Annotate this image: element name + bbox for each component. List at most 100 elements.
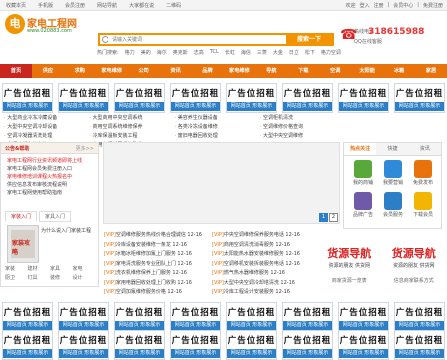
news-item[interactable]: [VIP]空调维修服务热线价格合理诚信 12-16 — [104, 231, 207, 238]
link-item[interactable]: 大型商用中央空调系统 — [89, 114, 170, 121]
ad-slot[interactable]: 广告位招租 网站首页 形象展示 — [226, 302, 277, 332]
ad-slot[interactable]: 广告位招租 网站首页 形象展示 — [394, 83, 445, 113]
nav-item[interactable]: 导航 — [255, 64, 287, 78]
news-item[interactable]: [VIP]冷库设备安装维修一条龙 12-16 — [104, 241, 207, 248]
notice-item[interactable]: 家电维修培训课程火热报名中 — [7, 173, 95, 181]
hot-card-tab[interactable]: 资讯 — [409, 143, 441, 155]
link-item[interactable]: 大型商业冷冻冷藏设备 — [4, 114, 85, 121]
ad-slot[interactable]: 广告位招租 网站首页 形象展示 — [338, 83, 389, 113]
news-item[interactable]: [VIP]中央空调维修保养服务电话 12-16 — [212, 231, 315, 238]
top-right-link[interactable]: 登入 — [360, 2, 370, 9]
news-item[interactable]: [VIP]空调移机安装拆装服务电话 12-16 — [212, 260, 315, 267]
ad-slot[interactable]: 广告位招租 网站首页 形象展示 — [226, 83, 277, 113]
ad-slot[interactable]: 广告位招租 网站首页 形象展示 — [170, 330, 221, 360]
hot-word-link[interactable]: 奥克斯 — [173, 49, 188, 56]
book-cover[interactable]: 家装攻略 — [7, 225, 39, 263]
ad-slot[interactable]: 广告位招租 网站首页 形象展示 — [114, 83, 165, 113]
top-right-link[interactable]: 欢迎 — [346, 2, 356, 9]
pager-dot[interactable]: 1 — [319, 213, 328, 222]
top-link[interactable]: 收藏本页 — [6, 2, 26, 9]
ad-slot[interactable]: 广告位招租 网站首页 形象展示 — [338, 330, 389, 360]
ad-slot[interactable]: 广告位招租 网站首页 形象展示 — [58, 83, 109, 113]
ad-slot[interactable]: 广告位招租 网站首页 形象展示 — [170, 83, 221, 113]
ad-slot[interactable]: 广告位招租 网站首页 形象展示 — [114, 302, 165, 332]
link-item[interactable]: 冷库保温板安装工程 — [89, 132, 170, 139]
ad-slot[interactable]: 广告位招租 网站首页 形象展示 — [58, 330, 109, 360]
top-link[interactable]: 大家都在说 — [129, 2, 154, 9]
news-item[interactable]: [VIP]家用电器回收处理上门收购 12-16 — [104, 279, 207, 286]
hot-word-link[interactable]: 海信 — [241, 49, 251, 56]
notice-sub-link[interactable]: 家具 — [50, 265, 73, 272]
ad-slot[interactable]: 广告位招租 网站首页 形象展示 — [170, 302, 221, 332]
notice-sub-link[interactable]: 建材 — [28, 265, 51, 272]
nav-item[interactable]: 品牌 — [192, 64, 224, 78]
nav-item[interactable]: 家电维修 — [223, 64, 255, 78]
link-item[interactable]: 废旧电器回收处理 — [175, 132, 256, 139]
top-right-link[interactable]: 注册 — [374, 2, 384, 9]
hot-word-link[interactable]: 志高 — [194, 49, 204, 56]
notice-more-link[interactable]: 更多>> — [76, 145, 94, 152]
top-link[interactable]: 手机版 — [38, 2, 53, 9]
hot-word-link[interactable]: 长虹 — [225, 49, 235, 56]
top-right-link[interactable]: | — [417, 2, 419, 9]
ad-slot[interactable]: 广告位招租 网站首页 形象展示 — [282, 83, 333, 113]
news-item[interactable]: [VIP]冰箱冰柜维修加氟上门服务 12-16 — [104, 250, 207, 257]
hot-word-link[interactable]: 三菱 — [257, 49, 267, 56]
ad-slot[interactable]: 广告位招租 网站首页 形象展示 — [58, 302, 109, 332]
notice-item[interactable]: 家电工程网使用帮助指南 — [7, 189, 95, 197]
hot-card-item[interactable]: 我要营销 — [378, 160, 408, 186]
hot-word-link[interactable]: TCL — [210, 49, 219, 56]
hot-card-item[interactable]: 免费发布 — [408, 160, 438, 186]
book-caption[interactable]: 为什么说入门家装工程 — [41, 227, 95, 234]
top-link[interactable]: 会员注册 — [65, 2, 85, 9]
search-input[interactable] — [108, 35, 290, 44]
ad-slot[interactable]: 广告位招租 网站首页 形象展示 — [338, 302, 389, 332]
nav-item[interactable]: 求购 — [64, 64, 96, 78]
news-item[interactable]: [VIP]冷库工程设计安装服务 12-16 — [212, 288, 315, 295]
nav-item[interactable]: 太阳能 — [351, 64, 383, 78]
search-button[interactable]: 搜索一下 — [286, 35, 332, 44]
banner-slider[interactable]: 12 — [103, 142, 340, 224]
ad-slot[interactable]: 广告位招租 网站首页 形象展示 — [394, 330, 445, 360]
nav-item[interactable]: 公司 — [128, 64, 160, 78]
link-item[interactable]: 美容养生仪器设备 — [175, 114, 256, 121]
news-item[interactable]: [VIP]燃气热水器维修服务 12-16 — [212, 269, 315, 276]
nav-item[interactable]: 空调 — [319, 64, 351, 78]
top-right-link[interactable]: | — [388, 2, 390, 9]
notice-sub-link[interactable]: 家装 — [5, 265, 28, 272]
top-right-link[interactable]: 免费注册 — [423, 2, 443, 9]
hot-word-link[interactable]: 松下 — [305, 49, 315, 56]
ad-slot[interactable]: 广告位招租 网站首页 形象展示 — [2, 330, 53, 360]
hot-word-link[interactable]: 格力 — [125, 49, 135, 56]
nav-item[interactable]: 冰箱 — [383, 64, 415, 78]
top-link[interactable]: 网站导航 — [97, 2, 117, 9]
notice-sub-link[interactable]: 灯具 — [28, 274, 51, 281]
top-link[interactable]: 二维码 — [166, 2, 181, 9]
notice-sub-link[interactable]: 家电 — [73, 265, 96, 272]
nav-ad[interactable]: 货源导航 资源的朋友 供货网 商家货源一览表 — [320, 245, 379, 284]
hot-card-item[interactable]: 会员服务 — [378, 192, 408, 218]
news-item[interactable]: [VIP]空调加氟维修服务价格 12-16 — [104, 288, 207, 295]
link-item[interactable]: 空调维修价格查询 — [260, 123, 341, 130]
hot-word-link[interactable]: 格力空调 — [321, 49, 341, 56]
hot-word-link[interactable]: 美的 — [141, 49, 151, 56]
notice-sub-link[interactable]: 设计 — [73, 274, 96, 281]
site-logo[interactable]: 电 家电工程网 www.020883.com — [5, 14, 85, 36]
news-item[interactable]: [VIP]商用空调清洗消毒服务 12-16 — [212, 241, 315, 248]
nav-ad[interactable]: 货源导航 资源的朋友 供货网 信息商家联系方式 — [385, 245, 444, 284]
link-item[interactable]: 商用空调系统维修保养 — [89, 123, 170, 130]
link-item[interactable]: 各类冷冻设备维修 — [175, 123, 256, 130]
hot-card-tab[interactable]: 快捷 — [376, 143, 408, 155]
hot-word-link[interactable]: 大金 — [273, 49, 283, 56]
notice-item[interactable]: 家电工程网行业资讯频道即将上线 — [7, 157, 95, 165]
qq-link[interactable]: QQ在线客服 — [354, 38, 382, 45]
notice-tab[interactable]: 家装入门 — [5, 211, 38, 222]
link-item[interactable]: 大型中央空调冷却设备 — [4, 123, 85, 130]
ad-slot[interactable]: 广告位招租 网站首页 形象展示 — [282, 330, 333, 360]
top-right-link[interactable]: 会员中心 — [393, 2, 413, 9]
news-item[interactable]: [VIP]家电清洗服务专业团队上门 12-16 — [104, 260, 207, 267]
link-item[interactable]: 空调柜机清洗 — [260, 114, 341, 121]
notice-item[interactable]: 家电工程网会员免费注册入口 — [7, 165, 95, 173]
news-item[interactable]: [VIP]洗衣机维修保养上门服务 12-16 — [104, 269, 207, 276]
nav-item[interactable]: 家居 — [415, 64, 447, 78]
